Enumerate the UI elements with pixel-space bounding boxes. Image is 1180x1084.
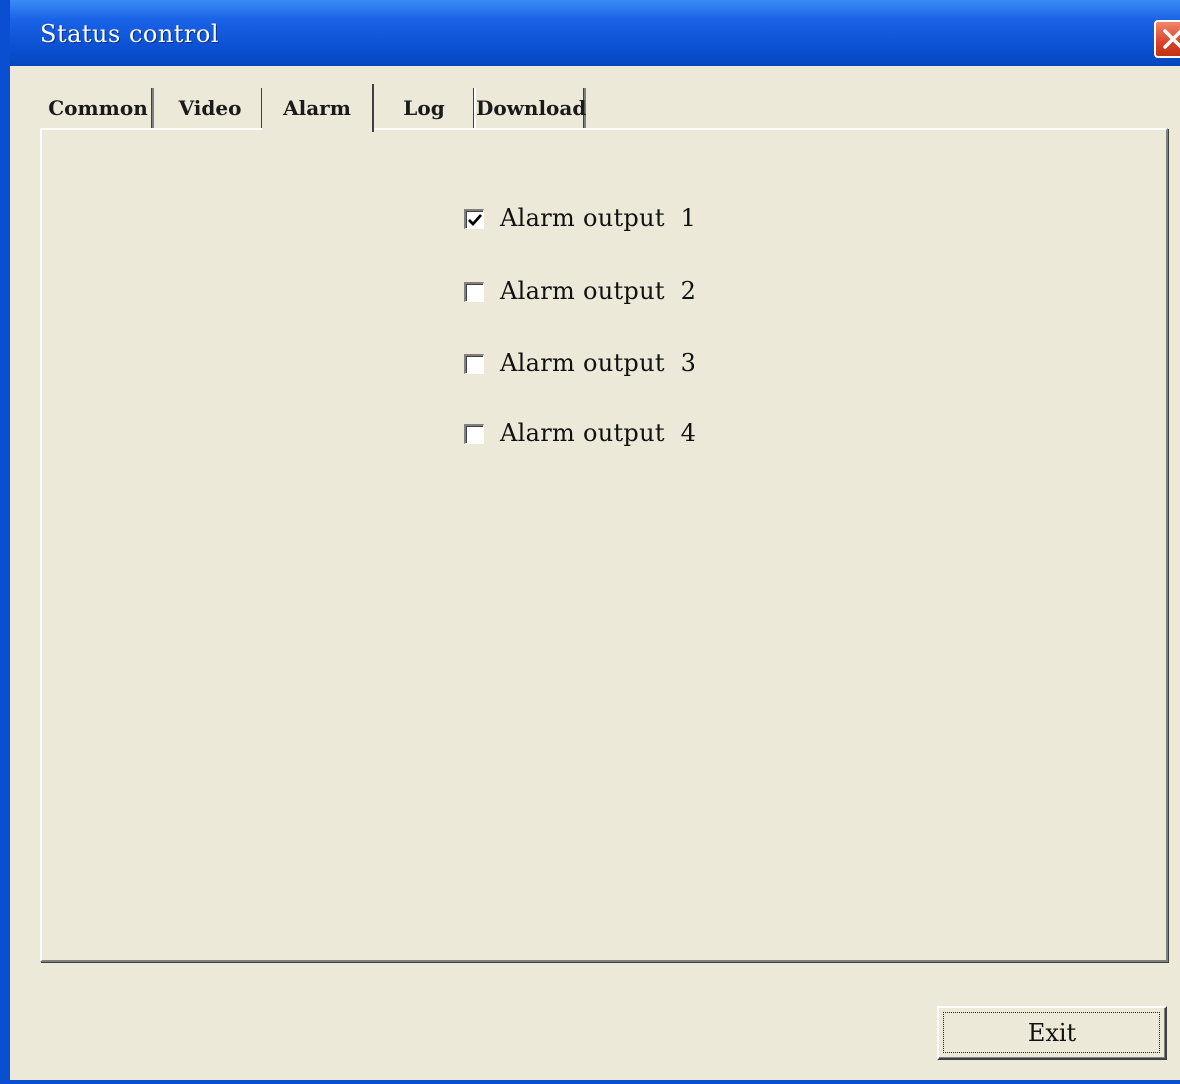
checkmark-icon (468, 214, 483, 227)
checkbox-box[interactable] (464, 424, 484, 444)
alarm-tab-panel (40, 128, 1168, 962)
checkbox-box[interactable] (464, 209, 484, 229)
window-title: Status control (40, 20, 220, 48)
close-icon (1163, 29, 1180, 49)
status-control-window: Status control Common Video Alarm Log Do… (0, 0, 1180, 1084)
tab-alarm[interactable]: Alarm (262, 84, 374, 132)
checkbox-box[interactable] (464, 282, 484, 302)
tab-log[interactable]: Log (374, 88, 476, 128)
alarm-output-2-label: Alarm output 2 (500, 277, 697, 305)
tab-strip: Common Video Alarm Log Download (10, 84, 1180, 132)
exit-label: Exit (1027, 1019, 1077, 1047)
title-bar[interactable]: Status control (10, 0, 1180, 66)
tab-video[interactable]: Video (158, 88, 264, 128)
checkbox-box[interactable] (464, 354, 484, 374)
exit-button[interactable]: Exit (937, 1006, 1167, 1060)
alarm-output-4-label: Alarm output 4 (500, 419, 697, 447)
alarm-output-3-label: Alarm output 3 (500, 349, 697, 377)
tab-download[interactable]: Download (474, 88, 586, 128)
alarm-output-1-label: Alarm output 1 (500, 204, 697, 232)
close-button[interactable] (1154, 20, 1180, 58)
tab-common[interactable]: Common (44, 88, 154, 128)
